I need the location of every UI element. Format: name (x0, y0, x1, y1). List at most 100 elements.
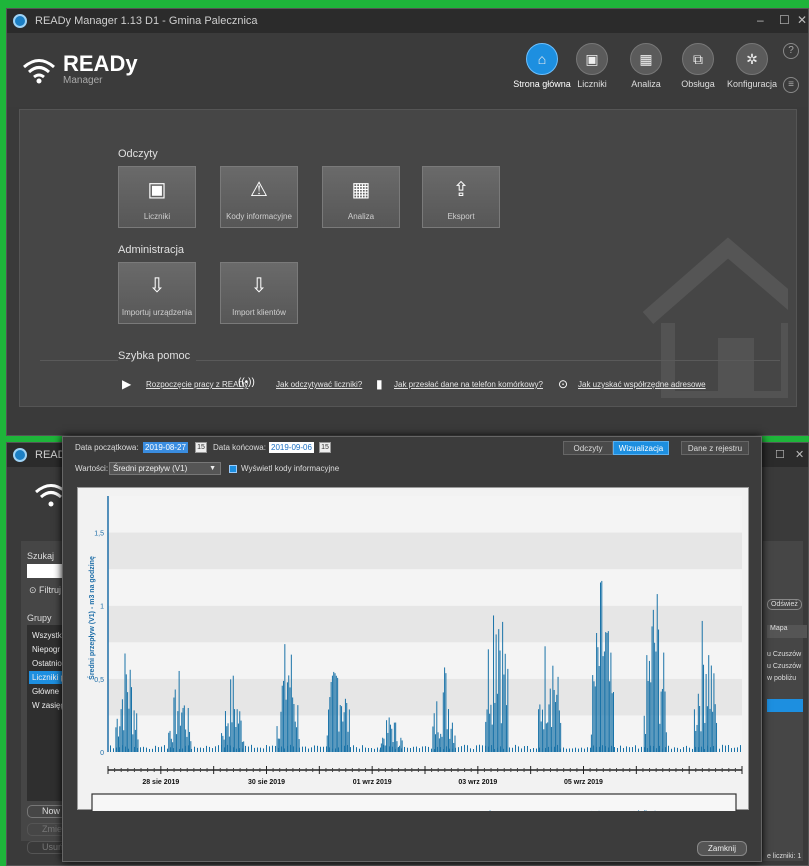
base-flow-bar (203, 748, 204, 752)
base-flow-bar (395, 748, 396, 752)
flow-bar (283, 680, 285, 752)
selected-row[interactable] (767, 699, 803, 712)
help-link-coords[interactable]: Jak uzyskać współrzędne adresowe (578, 380, 706, 389)
flow-bar (493, 615, 495, 752)
close-icon[interactable]: ✕ (797, 13, 807, 27)
flow-bar (120, 709, 122, 752)
flow-bar (434, 734, 436, 752)
flow-bar (705, 674, 707, 752)
base-flow-bar (518, 746, 519, 752)
tile-import-devices[interactable]: ⇩ Importuj urządzenia (118, 262, 196, 324)
end-date-input[interactable]: 2019-09-06 (269, 442, 314, 453)
address-row[interactable]: w pobliżu (767, 675, 796, 682)
base-flow-bar (587, 747, 588, 752)
tile-analysis[interactable]: ▦ Analiza (322, 166, 400, 228)
tab-readings[interactable]: Odczyty (563, 441, 613, 455)
filter-toggle[interactable]: ⊙ Filtruj (29, 585, 61, 596)
calendar-icon[interactable]: 15 (319, 442, 331, 453)
base-flow-bar (362, 745, 363, 752)
flow-bar (597, 647, 599, 752)
base-flow-bar (158, 747, 159, 752)
chart-band (108, 569, 742, 606)
base-flow-bar (722, 744, 723, 752)
base-flow-bar (695, 746, 696, 752)
tile-export[interactable]: ⇪ Eksport (422, 166, 500, 228)
base-flow-bar (368, 747, 369, 752)
base-flow-bar (449, 748, 450, 752)
nav-meters[interactable]: ▣ Liczniki (563, 43, 621, 89)
tile-meters[interactable]: ▣ Liczniki (118, 166, 196, 228)
base-flow-bar (416, 746, 417, 752)
nav-config[interactable]: ✲ Konfiguracja (723, 43, 781, 89)
base-flow-bar (581, 747, 582, 752)
flow-bar (237, 723, 239, 752)
base-flow-bar (200, 747, 201, 752)
base-flow-bar (260, 747, 261, 752)
show-codes-checkbox[interactable] (229, 465, 237, 473)
refresh-button[interactable]: Odśwież (767, 599, 802, 610)
overview-bar (644, 810, 646, 822)
base-flow-bar (509, 747, 510, 752)
help-link-start[interactable]: Rozpoczęcie pracy z READy (146, 380, 248, 389)
start-date-input[interactable]: 2019-08-27 (143, 442, 188, 453)
nav-analysis[interactable]: ▦ Analiza (617, 43, 675, 89)
base-flow-bar (191, 748, 192, 752)
tile-import-devices-label: Importuj urządzenia (121, 308, 193, 317)
settings-round-icon[interactable]: ≡ (783, 77, 799, 93)
base-flow-bar (302, 746, 303, 752)
location-pin-icon: ⊙ (558, 377, 569, 391)
flow-bar (606, 632, 608, 752)
flow-bar (592, 675, 594, 752)
minimize-icon[interactable]: – (757, 13, 764, 27)
flow-bar (224, 711, 226, 752)
flow-bar (543, 729, 545, 752)
help-icon[interactable]: ? (783, 43, 799, 59)
help-link-phone[interactable]: Jak przesłać dane na telefon komórkowy? (394, 380, 543, 389)
base-flow-bar (491, 745, 492, 752)
address-row[interactable]: u Czuszów (767, 663, 801, 670)
flow-bar (487, 649, 489, 752)
maximize-icon[interactable]: ☐ (775, 448, 785, 461)
maximize-icon[interactable]: ☐ (779, 13, 790, 27)
base-flow-bar (527, 745, 528, 752)
overview-bar (645, 809, 647, 822)
flow-bar (286, 682, 288, 752)
base-flow-bar (626, 746, 627, 752)
address-row[interactable]: u Czuszów (767, 651, 801, 658)
flow-bar (432, 726, 434, 752)
calendar-icon[interactable]: 15 (195, 442, 207, 453)
help-link-reading[interactable]: Jak odczytywać liczniki? (276, 380, 362, 389)
flow-bar (399, 745, 401, 752)
flow-bar (132, 734, 134, 752)
base-flow-bar (275, 745, 276, 752)
registry-button[interactable]: Dane z rejestru (681, 441, 749, 455)
base-flow-bar (638, 748, 639, 752)
tile-info-codes[interactable]: ⚠ Kody informacyjne (220, 166, 298, 228)
base-flow-bar (374, 748, 375, 752)
base-flow-bar (134, 746, 135, 752)
nav-service[interactable]: ⧉ Obsługa (669, 43, 727, 89)
nav-meters-label: Liczniki (577, 79, 607, 89)
flow-bar (602, 656, 604, 752)
base-flow-bar (344, 745, 345, 752)
close-button[interactable]: Zamknij (697, 841, 747, 856)
map-tab[interactable]: Mapa (767, 625, 807, 638)
base-flow-bar (647, 748, 648, 752)
flow-bar (116, 718, 118, 752)
flow-bar (186, 736, 188, 752)
base-flow-bar (635, 745, 636, 752)
values-select[interactable]: Średni przepływ (V1) ▼ (109, 462, 221, 475)
flow-bar (504, 653, 506, 752)
flow-bar (348, 709, 350, 752)
close-icon[interactable]: ✕ (795, 448, 804, 461)
base-flow-bar (533, 747, 534, 752)
flow-bar (288, 675, 290, 752)
flow-bar (436, 701, 438, 752)
flow-bar (232, 675, 234, 752)
flow-bar (599, 582, 601, 752)
base-flow-bar (380, 747, 381, 752)
tab-visualization[interactable]: Wizualizacja (613, 441, 669, 455)
tile-import-clients[interactable]: ⇩ Import klientów (220, 262, 298, 324)
x-tick-label: 05 wrz 2019 (564, 779, 603, 786)
flow-bar (596, 633, 598, 752)
